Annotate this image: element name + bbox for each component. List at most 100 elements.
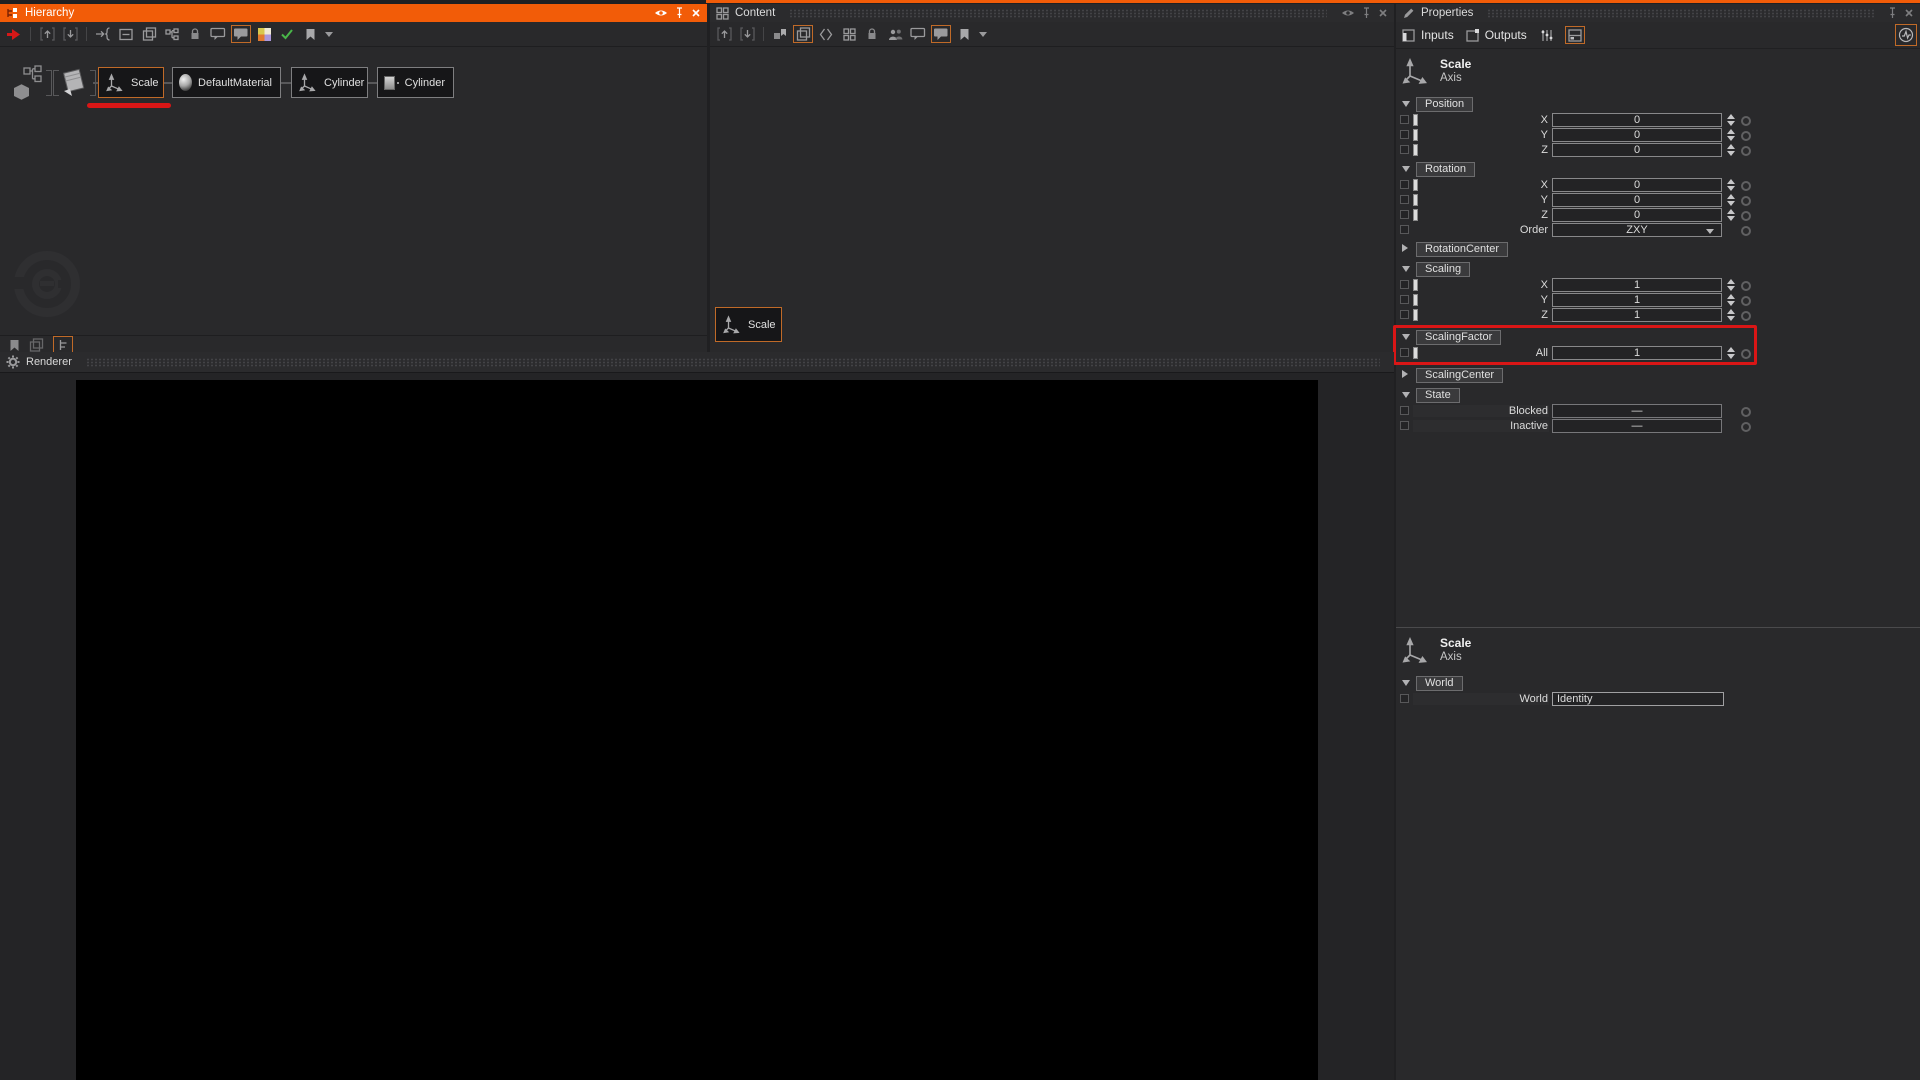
chevron-down-icon[interactable] [1402, 680, 1410, 686]
chevron-down-icon[interactable] [1402, 392, 1410, 398]
close-icon[interactable] [691, 8, 701, 18]
layers-icon[interactable] [29, 338, 44, 352]
binding-ring-icon[interactable] [1741, 311, 1751, 321]
lock-icon[interactable] [185, 25, 205, 43]
binding-ring-icon[interactable] [1741, 116, 1751, 126]
spinner-control[interactable] [1727, 294, 1736, 306]
section-label[interactable]: Scaling [1416, 262, 1470, 277]
chevron-down-icon[interactable] [1402, 166, 1410, 172]
comment-filled-icon[interactable] [931, 25, 951, 43]
value-field[interactable]: 0 [1552, 193, 1722, 207]
animate-checkbox[interactable] [1400, 225, 1409, 234]
bookmark-icon[interactable] [300, 25, 320, 43]
split-icon[interactable] [816, 25, 836, 43]
move-down-icon[interactable] [60, 25, 80, 43]
binding-ring-icon[interactable] [1741, 131, 1751, 141]
section-label[interactable]: State [1416, 388, 1460, 403]
order-dropdown[interactable]: ZXY [1552, 223, 1722, 237]
value-field[interactable]: 1 [1552, 308, 1722, 322]
caret-down-icon[interactable] [977, 25, 989, 43]
binding-ring-icon[interactable] [1741, 181, 1751, 191]
spinner-control[interactable] [1727, 209, 1736, 221]
value-field[interactable]: 0 [1552, 143, 1722, 157]
value-field[interactable]: — [1552, 419, 1722, 433]
value-slider[interactable] [1413, 114, 1418, 126]
render-viewport[interactable] [76, 380, 1318, 1080]
chevron-right-icon[interactable] [1402, 244, 1408, 252]
animate-checkbox[interactable] [1400, 694, 1409, 703]
binding-ring-icon[interactable] [1741, 407, 1751, 417]
binding-ring-icon[interactable] [1741, 281, 1751, 291]
value-field[interactable]: — [1552, 404, 1722, 418]
binding-ring-icon[interactable] [1741, 422, 1751, 432]
animation-icon[interactable] [1895, 24, 1917, 46]
favorite-node-icon[interactable] [770, 25, 790, 43]
animate-checkbox[interactable] [1400, 195, 1409, 204]
users-icon[interactable] [885, 25, 905, 43]
hierarchy-titlebar[interactable]: Hierarchy [0, 4, 707, 22]
caret-down-icon[interactable] [323, 25, 335, 43]
scene-root-icon[interactable] [10, 65, 44, 103]
section-label[interactable]: Position [1416, 97, 1473, 112]
spinner-control[interactable] [1727, 179, 1736, 191]
section-label[interactable]: ScalingFactor [1416, 330, 1501, 345]
binding-ring-icon[interactable] [1741, 146, 1751, 156]
node-cylinder-geometry[interactable]: Cylinder [377, 67, 454, 98]
chevron-down-icon[interactable] [1402, 266, 1410, 272]
pin-icon[interactable] [1362, 7, 1371, 19]
content-titlebar[interactable]: Content [710, 4, 1394, 22]
content-node-scale[interactable]: Scale [715, 307, 782, 342]
spinner-control[interactable] [1727, 129, 1736, 141]
binding-ring-icon[interactable] [1741, 211, 1751, 221]
value-slider[interactable] [1413, 294, 1418, 306]
tab-outputs[interactable]: Outputs [1464, 27, 1529, 43]
comment-icon[interactable] [908, 25, 928, 43]
animate-checkbox[interactable] [1400, 406, 1409, 415]
pin-icon[interactable] [1888, 7, 1897, 19]
move-down-icon[interactable] [737, 25, 757, 43]
binding-ring-icon[interactable] [1741, 226, 1751, 236]
insert-link-icon[interactable] [93, 25, 113, 43]
close-icon[interactable] [1904, 8, 1914, 18]
chevron-down-icon[interactable] [1402, 334, 1410, 340]
move-up-icon[interactable] [714, 25, 734, 43]
node-scale[interactable]: Scale [98, 67, 164, 98]
spinner-control[interactable] [1727, 114, 1736, 126]
node-defaultmaterial[interactable]: DefaultMaterial [172, 67, 281, 98]
comment-icon[interactable] [208, 25, 228, 43]
binding-ring-icon[interactable] [1741, 296, 1751, 306]
chevron-right-icon[interactable] [1402, 370, 1408, 378]
value-field[interactable]: 0 [1552, 113, 1722, 127]
geometry-import-icon[interactable] [58, 63, 90, 101]
close-icon[interactable] [1378, 8, 1388, 18]
hierarchy-canvas[interactable]: Scale DefaultMaterial Cylinder Cylinder [0, 47, 707, 335]
value-field[interactable]: 1 [1552, 293, 1722, 307]
properties-titlebar[interactable]: Properties [1396, 4, 1920, 22]
move-up-icon[interactable] [37, 25, 57, 43]
layers-icon[interactable] [139, 25, 159, 43]
bookmark-icon[interactable] [9, 339, 20, 352]
animate-checkbox[interactable] [1400, 348, 1409, 357]
value-slider[interactable] [1413, 209, 1418, 221]
value-slider[interactable] [1413, 179, 1418, 191]
animate-checkbox[interactable] [1400, 145, 1409, 154]
content-canvas[interactable]: Scale [710, 47, 1394, 353]
animate-checkbox[interactable] [1400, 210, 1409, 219]
node-cylinder-axis[interactable]: Cylinder [291, 67, 368, 98]
subtree-icon[interactable] [162, 25, 182, 43]
eye-icon[interactable] [654, 8, 668, 18]
value-slider[interactable] [1413, 279, 1418, 291]
animate-checkbox[interactable] [1400, 421, 1409, 430]
palette-icon[interactable] [254, 25, 274, 43]
spinner-control[interactable] [1727, 279, 1736, 291]
section-label[interactable]: ScalingCenter [1416, 368, 1503, 383]
value-slider[interactable] [1413, 129, 1418, 141]
chevron-down-icon[interactable] [1402, 101, 1410, 107]
animate-checkbox[interactable] [1400, 310, 1409, 319]
binding-ring-icon[interactable] [1741, 349, 1751, 359]
grid-icon[interactable] [839, 25, 859, 43]
spinner-control[interactable] [1727, 144, 1736, 156]
value-slider[interactable] [1413, 194, 1418, 206]
layers-icon[interactable] [793, 25, 813, 43]
animate-checkbox[interactable] [1400, 180, 1409, 189]
